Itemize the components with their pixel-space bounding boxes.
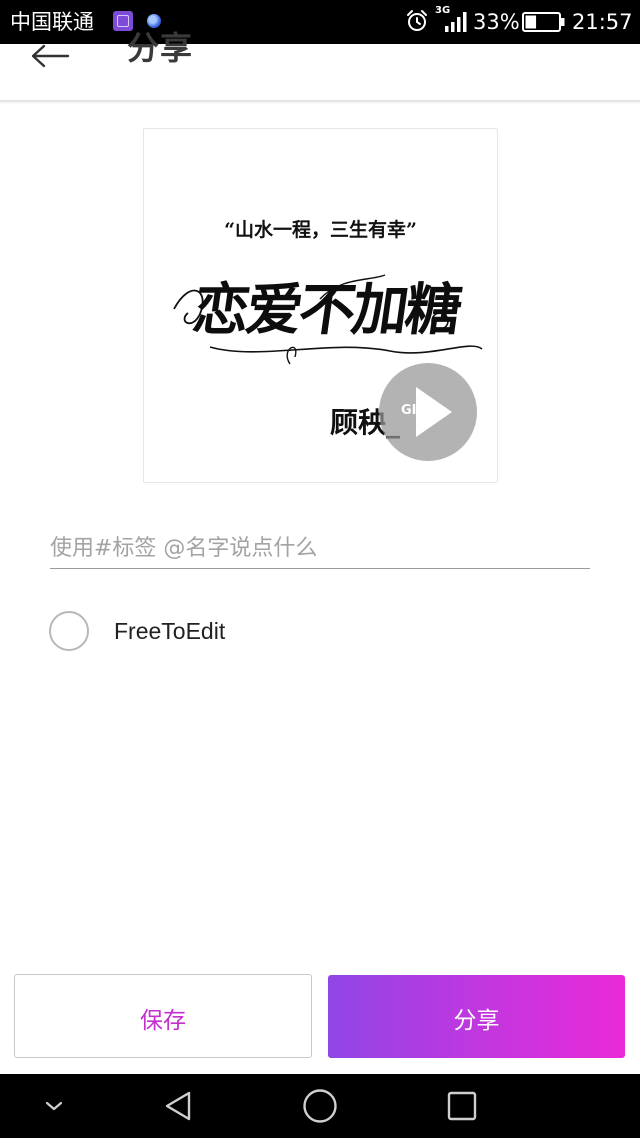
home-circle-icon[interactable]	[301, 1087, 339, 1125]
signal-icon	[445, 12, 467, 32]
app-bar: 分享	[0, 29, 640, 102]
collapse-chevron-icon[interactable]	[42, 1096, 66, 1116]
caption-input[interactable]	[50, 528, 590, 569]
battery-icon	[522, 12, 565, 32]
app-notification-icon	[147, 14, 161, 28]
gif-badge: GIF	[401, 403, 426, 418]
page-title: 分享	[127, 29, 194, 67]
save-button[interactable]: 保存	[14, 974, 312, 1058]
arrow-left-icon[interactable]	[22, 36, 78, 76]
alarm-icon	[407, 10, 427, 31]
preview-quote: “山水一程，三生有幸”	[224, 219, 417, 241]
status-bar: 中国联通 3G 33% 21:57	[0, 0, 640, 44]
freetoedit-option[interactable]: FreeToEdit	[48, 610, 308, 656]
recents-square-icon[interactable]	[444, 1088, 480, 1124]
save-button-label: 保存	[140, 1008, 186, 1034]
share-button-label: 分享	[453, 1008, 500, 1034]
clock: 21:57	[572, 10, 633, 34]
preview-card[interactable]: “山水一程，三生有幸” 恋爱不加糖 顾秧_ GIF	[143, 128, 498, 483]
carrier-name: 中国联通	[10, 10, 94, 34]
freetoedit-label: FreeToEdit	[114, 618, 226, 644]
preview-calligraphy-title: 恋爱不加糖	[188, 277, 464, 343]
play-button[interactable]: GIF	[379, 363, 477, 461]
share-button[interactable]: 分享	[328, 975, 625, 1058]
freetoedit-radio[interactable]	[49, 611, 89, 651]
back-triangle-icon[interactable]	[160, 1088, 196, 1124]
navigation-bar	[0, 1074, 640, 1138]
battery-percent: 33%	[473, 10, 520, 34]
